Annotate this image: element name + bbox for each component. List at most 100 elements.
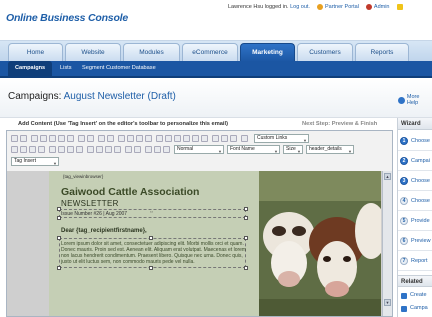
star-icon[interactable] bbox=[396, 4, 403, 10]
superscript-icon[interactable] bbox=[134, 146, 141, 153]
bold-icon[interactable] bbox=[11, 146, 18, 153]
more-help-link[interactable]: More Help bbox=[398, 94, 432, 106]
resize-handle[interactable] bbox=[244, 236, 248, 240]
partner-portal-link[interactable]: Partner Portal bbox=[325, 4, 359, 10]
subscript-icon[interactable] bbox=[125, 146, 132, 153]
source-icon[interactable] bbox=[11, 135, 18, 142]
align-left-icon[interactable] bbox=[49, 146, 56, 153]
flash-icon[interactable] bbox=[165, 135, 172, 142]
wizard-step-2[interactable]: 2 Campai bbox=[398, 151, 432, 171]
rich-text-editor[interactable]: Custom Links ▼ Normal ▼ Font Name ▼ Size ▼ h… bbox=[6, 130, 393, 317]
cut-icon[interactable] bbox=[31, 135, 38, 142]
related-item[interactable]: Campa bbox=[398, 303, 432, 315]
admin-link[interactable]: Admin bbox=[374, 4, 390, 10]
wizard-step-6[interactable]: 6 Preview bbox=[398, 231, 432, 251]
image-icon[interactable] bbox=[156, 135, 163, 142]
page-title: Campaigns: August Newsletter (Draft) bbox=[8, 91, 176, 102]
text-color-icon[interactable] bbox=[145, 146, 152, 153]
tab-reports[interactable]: Reports bbox=[355, 43, 409, 62]
tab-customers[interactable]: Customers bbox=[297, 43, 353, 62]
paste-word-icon[interactable] bbox=[67, 135, 74, 142]
resize-handle[interactable] bbox=[244, 216, 248, 220]
resize-handle[interactable] bbox=[57, 266, 61, 270]
wizard-step-4[interactable]: 4 Choose bbox=[398, 191, 432, 211]
wizard-step-1[interactable]: 1 Choose bbox=[398, 131, 432, 151]
tag-insert-value: Tag Insert bbox=[14, 158, 36, 164]
globe-icon[interactable] bbox=[241, 135, 248, 142]
table-icon[interactable] bbox=[174, 135, 181, 142]
size-value: Size bbox=[286, 146, 296, 152]
ordered-list-icon[interactable] bbox=[87, 146, 94, 153]
more-help-label: More Help bbox=[406, 94, 420, 106]
editor-canvas[interactable]: {tag_viewinbrowser} Gaiwood Cattle Assoc… bbox=[7, 171, 392, 316]
editor-scrollbar[interactable]: ▲ ▼ bbox=[382, 171, 392, 316]
select-all-icon[interactable] bbox=[136, 135, 143, 142]
undo-icon[interactable] bbox=[98, 135, 105, 142]
print-icon[interactable] bbox=[78, 135, 85, 142]
subtab-segment-customer-database[interactable]: Segment Customer Database bbox=[82, 61, 156, 76]
tab-home[interactable]: Home bbox=[8, 43, 63, 62]
resize-handle[interactable] bbox=[149, 266, 153, 270]
redo-icon[interactable] bbox=[107, 135, 114, 142]
wizard-step-7[interactable]: 7 Report bbox=[398, 251, 432, 271]
tab-website[interactable]: Website bbox=[65, 43, 121, 62]
smiley-icon[interactable] bbox=[192, 135, 199, 142]
tab-ecommerce[interactable]: eCommerce bbox=[182, 43, 238, 62]
size-select[interactable]: Size ▼ bbox=[283, 145, 303, 154]
tab-modules[interactable]: Modules bbox=[123, 43, 180, 62]
format-select[interactable]: Normal ▼ bbox=[174, 145, 224, 154]
resize-handle[interactable] bbox=[57, 236, 61, 240]
paste-icon[interactable] bbox=[49, 135, 56, 142]
tag-insert-select[interactable]: Tag Insert ▼ bbox=[11, 157, 59, 166]
replace-icon[interactable] bbox=[127, 135, 134, 142]
scroll-up-icon[interactable]: ▲ bbox=[384, 173, 391, 180]
copy-icon[interactable] bbox=[40, 135, 47, 142]
paste-text-icon[interactable] bbox=[58, 135, 65, 142]
underline-icon[interactable] bbox=[29, 146, 36, 153]
newsletter-subtitle: NEWSLETTER bbox=[61, 199, 119, 208]
font-select[interactable]: Font Name ▼ bbox=[227, 145, 280, 154]
resize-handle[interactable] bbox=[244, 266, 248, 270]
move-icon[interactable]: ⇔ bbox=[149, 209, 154, 215]
remove-format-icon[interactable] bbox=[145, 135, 152, 142]
style-select[interactable]: header_details ▼ bbox=[306, 145, 354, 154]
custom-links-select[interactable]: Custom Links ▼ bbox=[254, 134, 309, 143]
rule-icon[interactable] bbox=[183, 135, 190, 142]
step-label: Preview bbox=[411, 238, 431, 244]
indent-icon[interactable] bbox=[114, 146, 121, 153]
wizard-step-3[interactable]: 3 Choose bbox=[398, 171, 432, 191]
logout-link[interactable]: Log out. bbox=[290, 4, 310, 10]
link-icon[interactable] bbox=[212, 135, 219, 142]
strike-icon[interactable] bbox=[38, 146, 45, 153]
wizard-step-5[interactable]: 5 Provide bbox=[398, 211, 432, 231]
chevron-down-icon: ▼ bbox=[303, 138, 307, 143]
italic-icon[interactable] bbox=[20, 146, 27, 153]
cattle-photo[interactable] bbox=[259, 171, 381, 316]
align-center-icon[interactable] bbox=[58, 146, 65, 153]
related-item[interactable]: Create bbox=[398, 290, 432, 302]
subtab-lists[interactable]: Lists bbox=[60, 61, 72, 76]
new-page-icon[interactable] bbox=[20, 135, 27, 142]
newsletter-body[interactable]: {tag_viewinbrowser} Gaiwood Cattle Assoc… bbox=[49, 171, 259, 316]
step-label: Campai bbox=[411, 158, 430, 164]
special-char-icon[interactable] bbox=[201, 135, 208, 142]
justify-icon[interactable] bbox=[76, 146, 83, 153]
anchor-icon[interactable] bbox=[230, 135, 237, 142]
spellcheck-icon[interactable] bbox=[87, 135, 94, 142]
find-icon[interactable] bbox=[118, 135, 125, 142]
align-right-icon[interactable] bbox=[67, 146, 74, 153]
bg-color-icon[interactable] bbox=[154, 146, 161, 153]
tab-marketing[interactable]: Marketing bbox=[240, 43, 295, 62]
unlink-icon[interactable] bbox=[221, 135, 228, 142]
step-label: Choose bbox=[411, 138, 430, 144]
resize-handle[interactable] bbox=[149, 236, 153, 240]
next-step-link[interactable]: Next Step: Preview & Finish bbox=[302, 121, 377, 127]
step-number: 2 bbox=[400, 157, 408, 165]
subtab-campaigns[interactable]: Campaigns bbox=[8, 61, 53, 76]
page-title-prefix: Campaigns: bbox=[8, 91, 62, 102]
about-icon[interactable] bbox=[163, 146, 170, 153]
bullet-list-icon[interactable] bbox=[96, 146, 103, 153]
scroll-down-icon[interactable]: ▼ bbox=[384, 299, 391, 306]
outdent-icon[interactable] bbox=[105, 146, 112, 153]
resize-handle[interactable] bbox=[244, 207, 248, 211]
